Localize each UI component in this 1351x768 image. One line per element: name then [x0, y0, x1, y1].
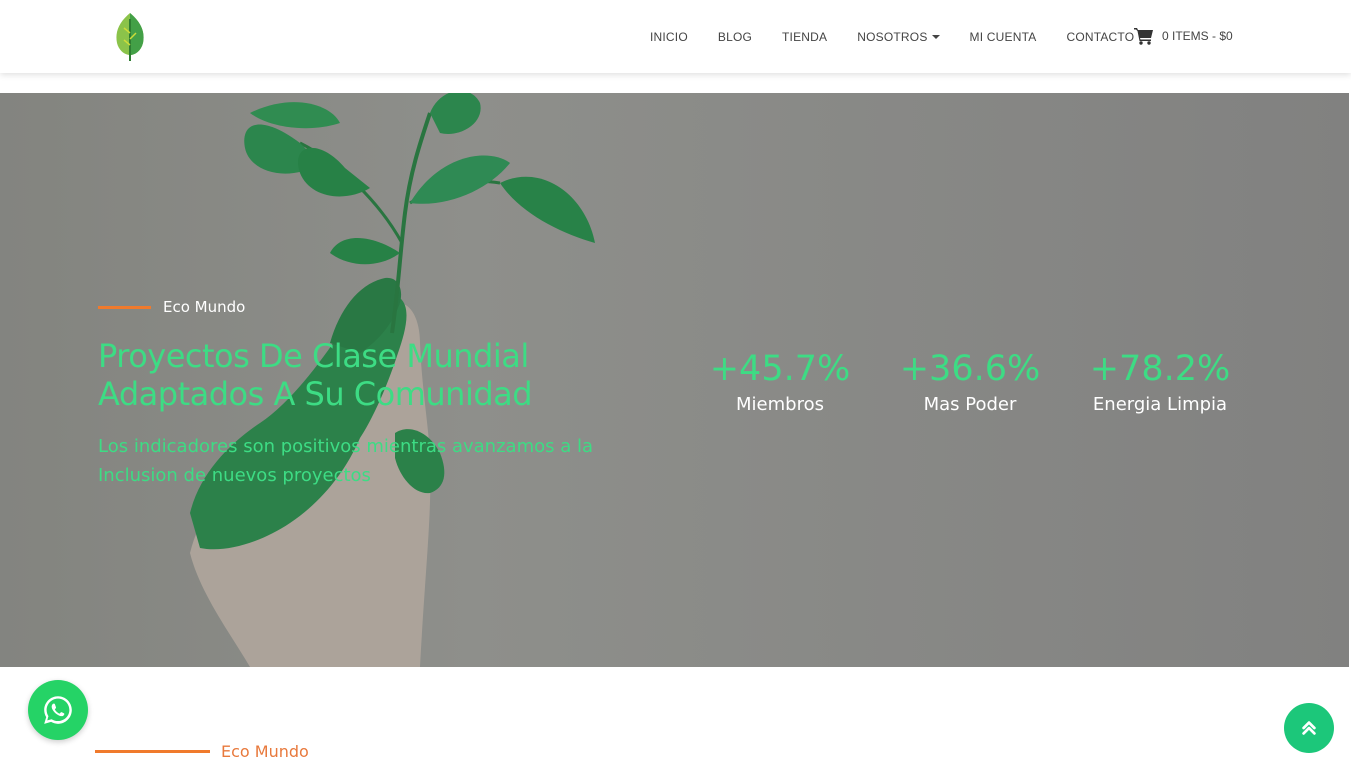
- nav-item-inicio[interactable]: INICIO: [635, 30, 703, 44]
- section-eyebrow: Eco Mundo: [95, 742, 309, 761]
- nav-label: BLOG: [717, 29, 753, 44]
- leaf-logo-icon[interactable]: [113, 11, 147, 63]
- nav-item-nosotros[interactable]: NOSOTROS: [842, 30, 954, 44]
- nav-label: TIENDA: [782, 29, 828, 44]
- eyebrow-text: Eco Mundo: [163, 298, 246, 316]
- eyebrow-divider: [95, 750, 210, 753]
- shopping-cart-icon: [1134, 28, 1153, 45]
- eyebrow-divider: [98, 305, 151, 309]
- eyebrow-text: Eco Mundo: [221, 742, 309, 761]
- hero-stats: +45.7% Miembros +36.6% Mas Poder +78.2% …: [685, 348, 1255, 415]
- hero-eyebrow: Eco Mundo: [98, 298, 245, 316]
- hero-subtitle: Los indicadores son positivos mientras a…: [98, 436, 593, 486]
- double-chevron-up-icon: [1302, 721, 1316, 735]
- nav-label: CONTACTO: [1066, 29, 1135, 44]
- stat-value: +36.6%: [899, 349, 1041, 389]
- nav-label: NOSOTROS: [857, 29, 928, 44]
- nav-item-blog[interactable]: BLOG: [703, 30, 767, 44]
- stat-value: +45.7%: [709, 349, 851, 389]
- scroll-to-top-button[interactable]: [1284, 703, 1334, 753]
- site-header: INICIO BLOG TIENDA NOSOTROS MI CUENTA CO…: [0, 0, 1351, 73]
- hero-title-line2: Adaptados A Su Comunidad: [98, 375, 533, 413]
- stat-miembros: +45.7% Miembros: [685, 348, 875, 415]
- whatsapp-button[interactable]: [28, 680, 88, 740]
- stat-label: Energia Limpia: [1092, 394, 1228, 415]
- hero-section: Eco Mundo Proyectos De Clase Mundial Ada…: [0, 93, 1349, 667]
- stat-energia-limpia: +78.2% Energia Limpia: [1065, 348, 1255, 415]
- stat-label: Mas Poder: [923, 394, 1017, 415]
- caret-down-icon: [931, 34, 940, 39]
- nav-item-tienda[interactable]: TIENDA: [767, 30, 842, 44]
- cart-link[interactable]: 0 ITEMS - $0: [1134, 27, 1233, 45]
- main-nav: INICIO BLOG TIENDA NOSOTROS MI CUENTA CO…: [635, 0, 1149, 73]
- hero-title-line1: Proyectos De Clase Mundial: [98, 337, 529, 375]
- hero-title: Proyectos De Clase Mundial Adaptados A S…: [98, 337, 638, 413]
- stat-mas-poder: +36.6% Mas Poder: [875, 348, 1065, 415]
- nav-item-mi-cuenta[interactable]: MI CUENTA: [955, 30, 1052, 44]
- nav-label: INICIO: [650, 29, 688, 44]
- stat-value: +78.2%: [1089, 349, 1231, 389]
- nav-label: MI CUENTA: [969, 29, 1037, 44]
- cart-summary: 0 ITEMS - $0: [1162, 29, 1233, 43]
- whatsapp-icon: [44, 696, 72, 724]
- stat-label: Miembros: [736, 394, 824, 415]
